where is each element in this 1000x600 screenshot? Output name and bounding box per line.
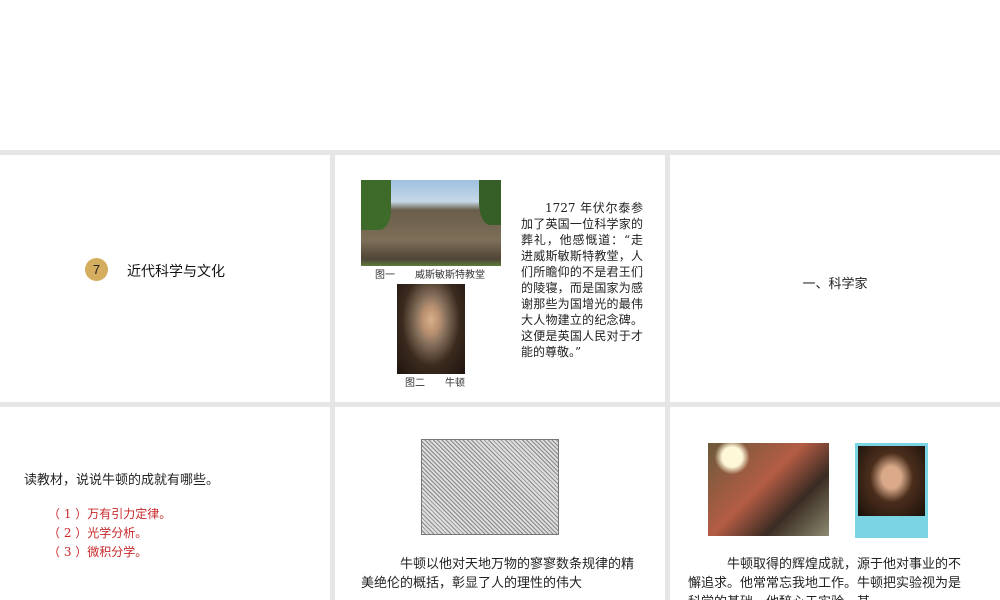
answer-list: （ 1 ）万有引力定律。 （ 2 ）光学分析。 （ 3 ）微积分学。 xyxy=(48,505,171,562)
question-text: 读教材，说说牛顿的成就有哪些。 xyxy=(24,473,220,488)
slide-2[interactable]: 图一 威斯敏斯特教堂 图二 牛顿 1727 年伏尔泰参加了英国一位科学家的葬礼，… xyxy=(335,155,665,402)
lesson-title: 近代科学与文化 xyxy=(127,263,225,279)
slide-5[interactable]: 牛顿以他对天地万物的寥寥数条规律的精美绝伦的概括，彰显了人的理性的伟大 xyxy=(335,407,665,600)
slide-6[interactable]: 牛顿取得的辉煌成就，源于他对事业的不懈追求。他常常忘我地工作。牛顿把实验视为是科… xyxy=(670,407,1000,600)
answer-item: （ 2 ）光学分析。 xyxy=(48,526,148,540)
newton-apple-engraving-image xyxy=(421,439,559,535)
caption-newton: 图二 牛顿 xyxy=(405,378,465,389)
newton-portrait-card xyxy=(855,443,928,538)
newton-experiment-painting xyxy=(708,443,829,536)
slide-4[interactable]: 读教材，说说牛顿的成就有哪些。 （ 1 ）万有引力定律。 （ 2 ）光学分析。 … xyxy=(0,407,330,600)
paragraph: 牛顿取得的辉煌成就，源于他对事业的不懈追求。他常常忘我地工作。牛顿把实验视为是科… xyxy=(688,557,962,600)
paragraph: 牛顿以他对天地万物的寥寥数条规律的精美绝伦的概括，彰显了人的理性的伟大 xyxy=(361,557,635,591)
newton-portrait-image xyxy=(397,284,465,374)
section-heading: 一、科学家 xyxy=(802,277,868,292)
lesson-number-badge: 7 xyxy=(85,258,108,281)
westminster-abbey-image xyxy=(361,180,501,266)
answer-item: （ 3 ）微积分学。 xyxy=(48,545,148,559)
answer-item: （ 1 ）万有引力定律。 xyxy=(48,507,172,521)
voltaire-quote: 1727 年伏尔泰参加了英国一位科学家的葬礼，他感慨道：“走进威斯敏斯特教堂，人… xyxy=(521,201,643,359)
slide-3[interactable]: 一、科学家 xyxy=(670,155,1000,402)
caption-abbey: 图一 威斯敏斯特教堂 xyxy=(375,270,485,281)
slide-grid: 7 近代科学与文化 图一 威斯敏斯特教堂 图二 牛顿 1727 年伏尔泰参加了英… xyxy=(0,150,1000,600)
slide-1[interactable]: 7 近代科学与文化 xyxy=(0,155,330,402)
